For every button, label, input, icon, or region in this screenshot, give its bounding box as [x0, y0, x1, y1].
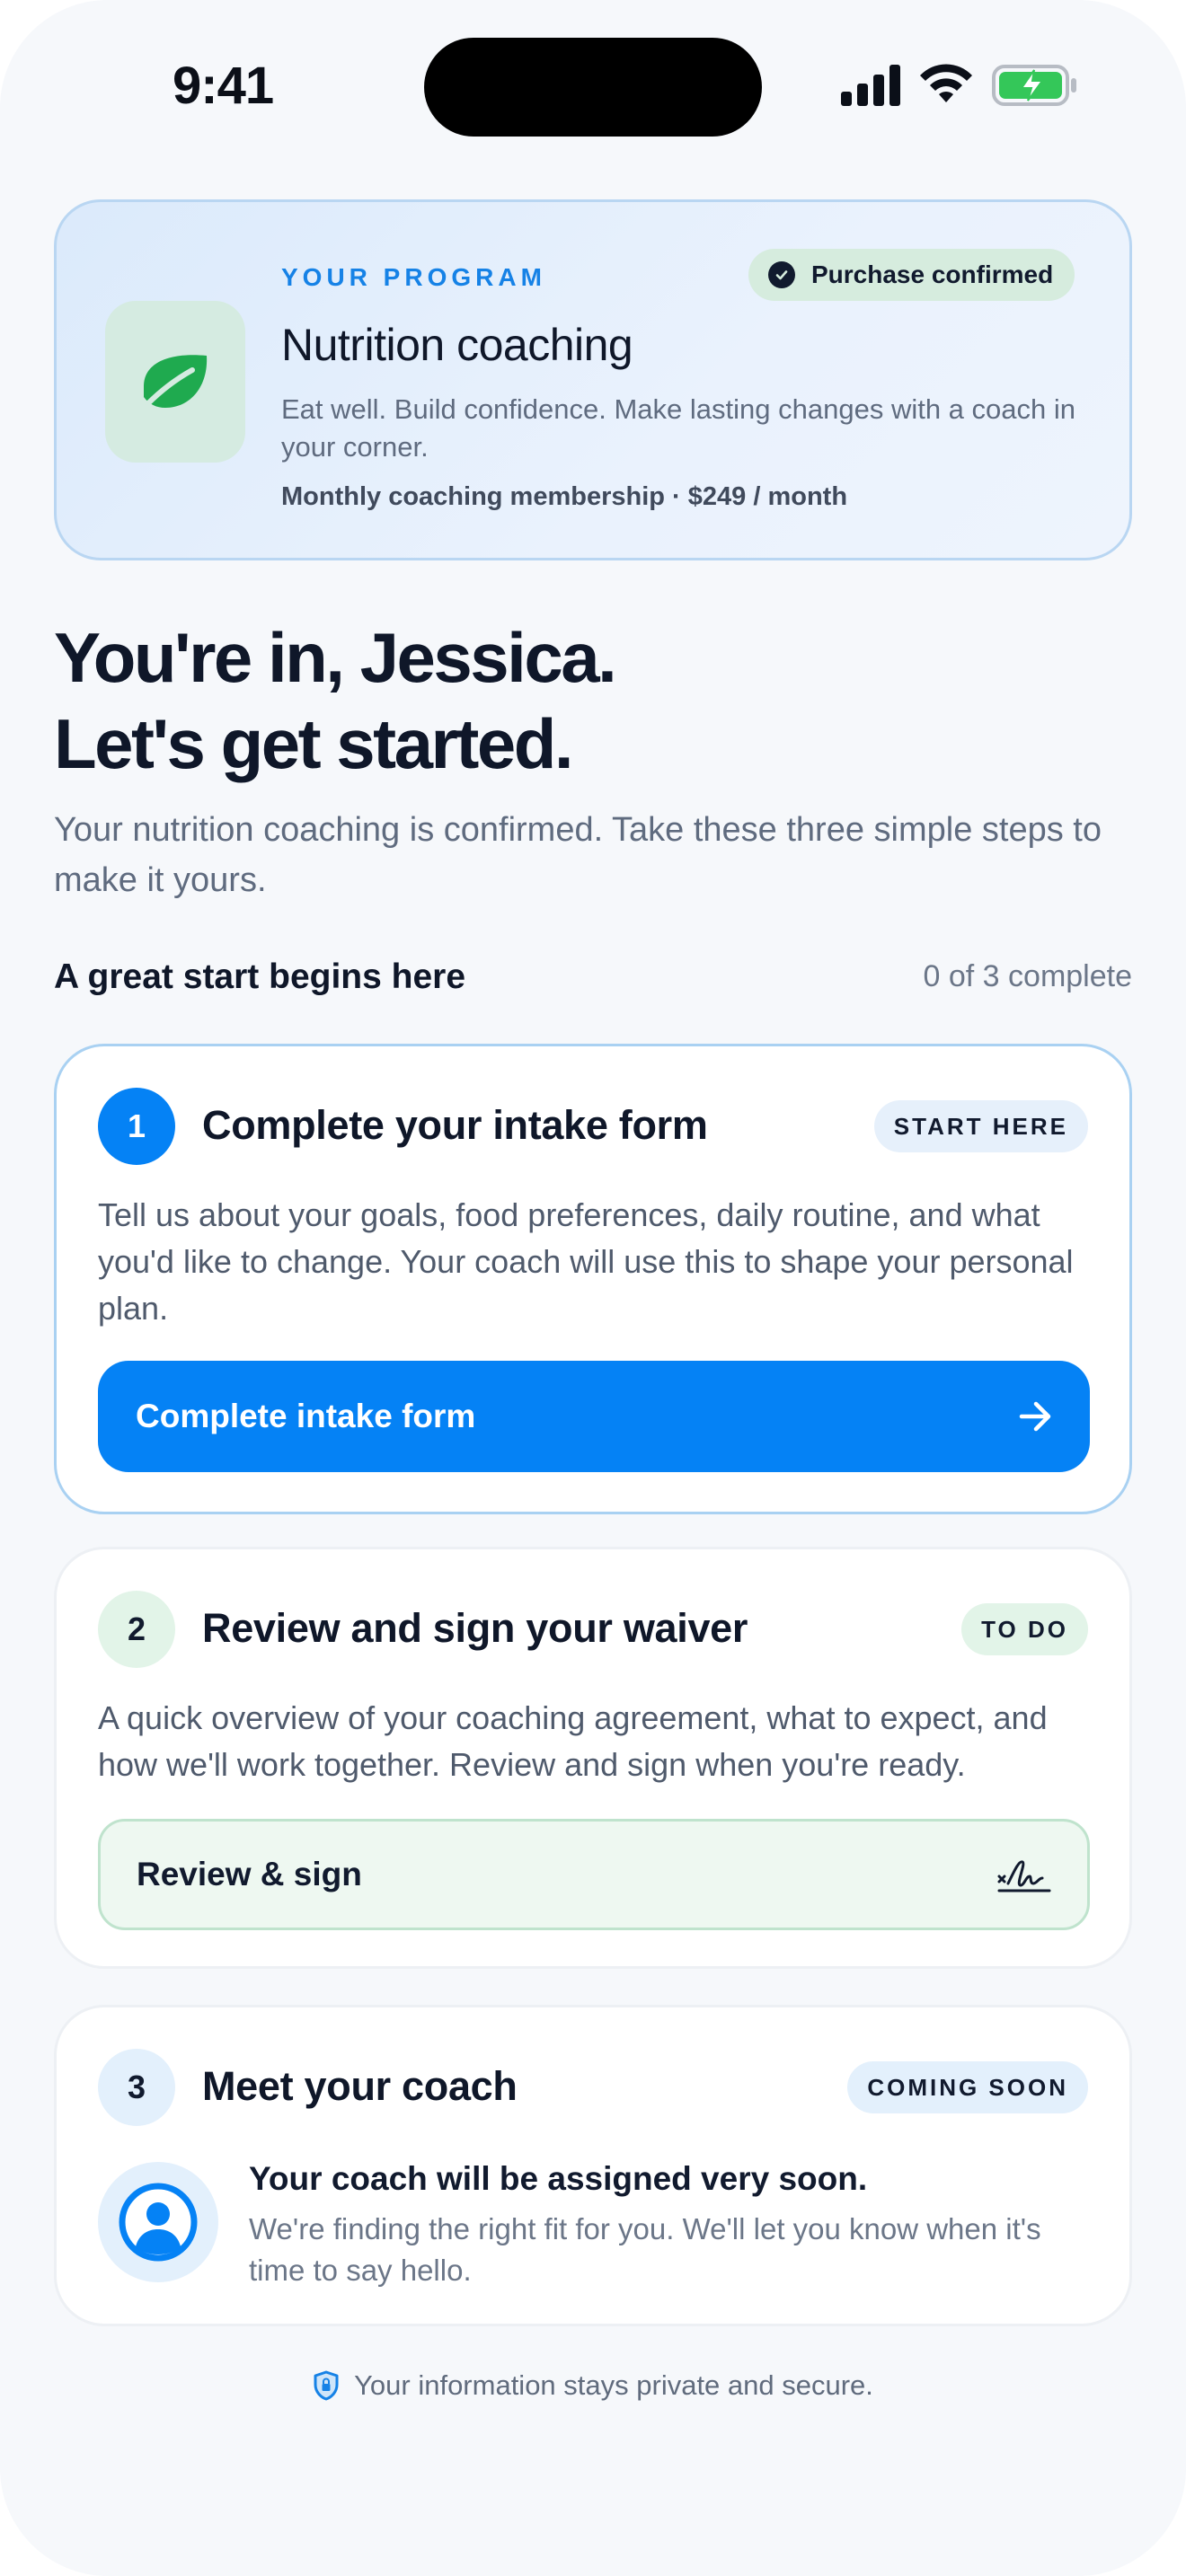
program-price: Monthly coaching membership · $249 / mon…	[281, 482, 848, 511]
coach-heading: Your coach will be assigned very soon.	[249, 2160, 868, 2197]
step-card-coach: 3 Meet your coach COMING SOON Your coach…	[54, 2005, 1132, 2326]
phone-screen: 9:41 YOUR PROGRAM Purchase confirmed Nut…	[0, 0, 1186, 2576]
purchase-confirmed-badge: Purchase confirmed	[748, 249, 1075, 301]
step-description: A quick overview of your coaching agreem…	[98, 1699, 1048, 1783]
step-number: 1	[98, 1088, 175, 1165]
privacy-note: Your information stays private and secur…	[0, 2369, 1186, 2402]
status-time: 9:41	[173, 57, 274, 115]
step-card-intake: 1 Complete your intake form START HERE T…	[54, 1044, 1132, 1514]
status-badge: COMING SOON	[847, 2061, 1088, 2113]
arrow-right-icon	[1019, 1401, 1051, 1432]
cellular-signal-icon	[841, 65, 900, 106]
step-title: Meet your coach	[202, 2063, 518, 2109]
coach-avatar	[98, 2162, 218, 2282]
program-eyebrow: YOUR PROGRAM	[281, 263, 546, 291]
page-title-line-1: You're in, Jessica.	[54, 618, 617, 697]
program-title: Nutrition coaching	[281, 320, 633, 370]
step-title: Complete your intake form	[202, 1102, 708, 1148]
wifi-icon	[920, 64, 972, 102]
page-subtitle: Your nutrition coaching is confirmed. Ta…	[54, 811, 1102, 899]
review-and-sign-button[interactable]: Review & sign	[98, 1819, 1090, 1930]
page-title: You're in, Jessica. Let's get started.	[54, 614, 1132, 787]
complete-intake-form-button[interactable]: Complete intake form	[98, 1361, 1090, 1472]
user-circle-icon	[119, 2183, 198, 2262]
purchase-confirmed-label: Purchase confirmed	[811, 260, 1054, 288]
shield-icon	[314, 2370, 339, 2401]
step-title: Review and sign your waiver	[202, 1605, 748, 1651]
coach-description: We're finding the right fit for you. We'…	[249, 2212, 1041, 2287]
privacy-text: Your information stays private and secur…	[354, 2369, 873, 2401]
step-number: 3	[98, 2049, 175, 2126]
dynamic-island	[424, 38, 762, 137]
button-label: Complete intake form	[136, 1398, 476, 1434]
step-number: 2	[98, 1591, 175, 1668]
program-icon-tile	[105, 301, 245, 463]
section-title: A great start begins here	[54, 957, 466, 996]
program-description: Eat well. Build confidence. Make lasting…	[281, 393, 1075, 463]
check-circle-icon	[768, 261, 795, 288]
status-badge: START HERE	[873, 1100, 1088, 1152]
leaf-icon	[144, 355, 208, 408]
battery-charging-icon	[992, 65, 1076, 106]
step-description: Tell us about your goals, food preferenc…	[98, 1196, 1074, 1327]
progress-count: 0 of 3 complete	[923, 959, 1132, 993]
status-badge: TO DO	[961, 1603, 1088, 1655]
page-title-line-2: Let's get started.	[54, 704, 574, 783]
button-label: Review & sign	[137, 1856, 362, 1892]
step-card-waiver: 2 Review and sign your waiver TO DO A qu…	[54, 1547, 1132, 1969]
signature-icon	[997, 1860, 1051, 1892]
program-card: YOUR PROGRAM Purchase confirmed Nutritio…	[54, 199, 1132, 560]
